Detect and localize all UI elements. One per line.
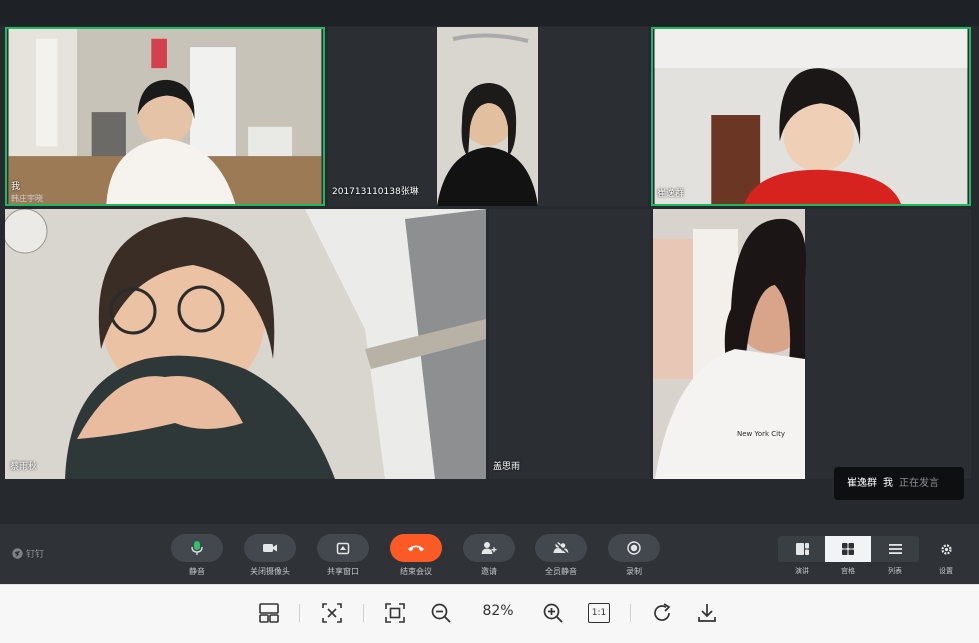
participant-video [653, 209, 971, 479]
participant-name: 201713110138张琳 [332, 187, 419, 197]
zoom-in-button[interactable] [540, 600, 566, 626]
toolbar-divider [363, 604, 364, 622]
participant-name: 盖思雨 [493, 462, 521, 472]
list-view-label: 列表 [888, 567, 902, 575]
mute-label: 静音 [189, 567, 205, 576]
zoom-level: 82% [482, 603, 514, 619]
share-screen-button[interactable] [317, 534, 369, 562]
video-tile-participant[interactable]: 蔡雨秋 [5, 209, 486, 479]
meeting-window: 我 韩庄宇晓 201713110138张琳 崔逸群 蔡雨秋 盖思雨 New Yo… [0, 0, 979, 584]
dingtalk-logo-icon [12, 548, 23, 559]
actual-size-button[interactable]: 1:1 [586, 600, 612, 626]
zoom-out-icon [431, 603, 451, 623]
participant-name: 我 [11, 182, 21, 192]
grid-view-icon [842, 543, 854, 555]
speaker-view-label: 演讲 [795, 567, 809, 575]
rotate-icon [654, 603, 671, 621]
fit-to-window-icon [322, 603, 342, 623]
participant-subtitle: 韩庄宇晓 [11, 194, 43, 203]
video-tile-me[interactable]: 我 韩庄宇晓 [5, 27, 325, 206]
gear-icon [940, 543, 952, 555]
participant-video [654, 29, 968, 204]
mute-all-icon [553, 541, 569, 555]
speaker-name: 崔逸群 [847, 478, 877, 489]
mute-all-button[interactable] [535, 534, 587, 562]
brand-label: 钉钉 [26, 550, 45, 560]
participant-video [328, 27, 648, 206]
settings-label: 设置 [939, 567, 953, 575]
record-icon [627, 541, 641, 555]
speaker-view-icon [795, 543, 809, 555]
download-icon [698, 604, 716, 622]
fit-window-button[interactable] [319, 600, 345, 626]
zoom-in-icon [543, 603, 563, 623]
camera-icon [263, 544, 277, 552]
mute-all-label: 全员静音 [545, 567, 577, 576]
list-view-icon [888, 544, 902, 554]
end-meeting-button[interactable] [390, 534, 442, 562]
app-brand: 钉钉 [12, 547, 44, 560]
mute-button[interactable] [171, 534, 223, 562]
download-button[interactable] [694, 600, 720, 626]
actual-size-icon: 1:1 [588, 603, 610, 623]
participant-video [5, 209, 486, 479]
top-band [0, 0, 979, 26]
video-tile-camera-off[interactable]: 盖思雨 [489, 209, 650, 479]
list-view-button[interactable] [872, 536, 918, 562]
speaker-me: 我 [883, 478, 893, 489]
video-tile-participant-speaking[interactable]: 崔逸群 [651, 27, 971, 206]
layout-icon [259, 603, 279, 623]
participant-name: 崔逸群 [657, 189, 685, 199]
participant-video [8, 29, 322, 204]
speaking-status: 正在发言 [899, 478, 939, 489]
rotate-button[interactable] [649, 600, 675, 626]
mic-icon [191, 541, 203, 555]
fullscreen-icon [385, 603, 405, 623]
zoom-out-button[interactable] [428, 600, 454, 626]
share-screen-label: 共享窗口 [327, 567, 359, 576]
toolbar-divider [630, 604, 631, 622]
invite-button[interactable] [463, 534, 515, 562]
grid-view-button[interactable] [825, 536, 871, 562]
end-meeting-label: 结束会议 [400, 567, 432, 576]
camera-toggle-label: 关闭摄像头 [250, 567, 290, 576]
speaker-view-button[interactable] [779, 536, 825, 562]
grid-view-label: 宫格 [841, 567, 855, 575]
video-tile-participant[interactable]: New York City [653, 209, 971, 479]
toolbar-divider [299, 604, 300, 622]
participant-name: 蔡雨秋 [10, 462, 38, 472]
shirt-print: New York City [737, 430, 785, 438]
settings-button[interactable] [923, 536, 969, 562]
speaking-indicator: 崔逸群我正在发言 [834, 467, 964, 500]
invite-label: 邀请 [481, 567, 497, 576]
layout-toggle-button[interactable] [256, 600, 282, 626]
camera-toggle-button[interactable] [244, 534, 296, 562]
share-screen-icon [336, 542, 350, 554]
video-tile-participant[interactable]: 201713110138张琳 [328, 27, 648, 206]
record-button[interactable] [608, 534, 660, 562]
hangup-icon [408, 545, 424, 552]
record-label: 录制 [626, 567, 642, 576]
fullscreen-button[interactable] [382, 600, 408, 626]
add-person-icon [481, 542, 497, 554]
